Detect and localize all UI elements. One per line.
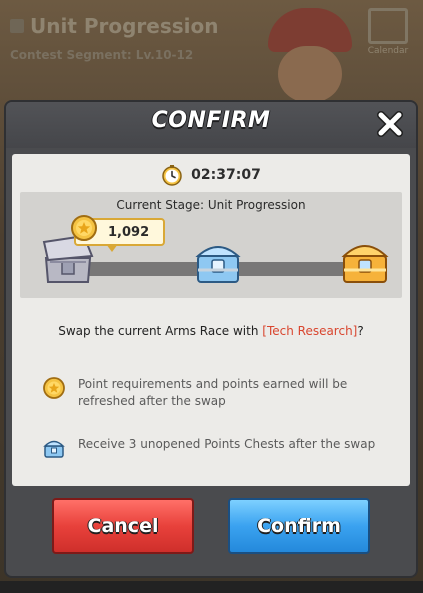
- bottom-bar: [0, 581, 423, 593]
- cancel-button[interactable]: Cancel: [52, 498, 194, 554]
- gold-chest-icon: [341, 245, 389, 283]
- dialog-title: CONFIRM: [151, 108, 271, 133]
- gold-coin-icon: [71, 215, 97, 241]
- calendar-button: Calendar: [364, 8, 412, 60]
- info-item-refresh: Point requirements and points earned wil…: [42, 376, 382, 410]
- points-value: 1,092: [108, 224, 150, 240]
- info-text-refresh: Point requirements and points earned wil…: [78, 377, 348, 408]
- blue-chest: [192, 236, 244, 288]
- calendar-label: Calendar: [367, 46, 409, 56]
- close-button[interactable]: [376, 110, 404, 138]
- confirm-dialog: CONFIRM 02:37:07 Current Stage: Unit Pro…: [4, 100, 418, 578]
- stage-title: Current Stage: Unit Progression: [116, 198, 306, 212]
- background-title: Unit Progression: [10, 14, 219, 38]
- gold-chest: [338, 234, 392, 288]
- info-item-chests: Receive 3 unopened Points Chests after t…: [42, 436, 382, 460]
- info-text-chests: Receive 3 unopened Points Chests after t…: [78, 437, 376, 451]
- gold-coin-icon: [43, 377, 65, 399]
- calendar-icon: [368, 8, 408, 44]
- stage-progress: Current Stage: Unit Progression 1,092: [20, 192, 402, 298]
- countdown: 02:37:07: [12, 164, 410, 186]
- background-title-text: Unit Progression: [30, 14, 219, 38]
- points-chest-icon: [43, 440, 65, 458]
- question-suffix: ?: [357, 324, 364, 338]
- swap-question: Swap the current Arms Race with [Tech Re…: [12, 324, 410, 338]
- clock-icon: [162, 165, 182, 186]
- hero-portrait: [250, 0, 360, 110]
- question-highlight: [Tech Research]: [262, 324, 358, 338]
- unit-icon: [10, 19, 24, 33]
- points-bubble: 1,092: [71, 215, 166, 252]
- background-subtitle: Contest Segment: Lv.10-12: [10, 48, 194, 62]
- close-icon: [377, 111, 403, 137]
- countdown-text: 02:37:07: [191, 167, 261, 183]
- question-prefix: Swap the current Arms Race with: [58, 324, 263, 338]
- dialog-content-panel: 02:37:07 Current Stage: Unit Progression: [12, 154, 410, 486]
- confirm-button[interactable]: Confirm: [228, 498, 370, 554]
- blue-chest-icon: [195, 246, 241, 283]
